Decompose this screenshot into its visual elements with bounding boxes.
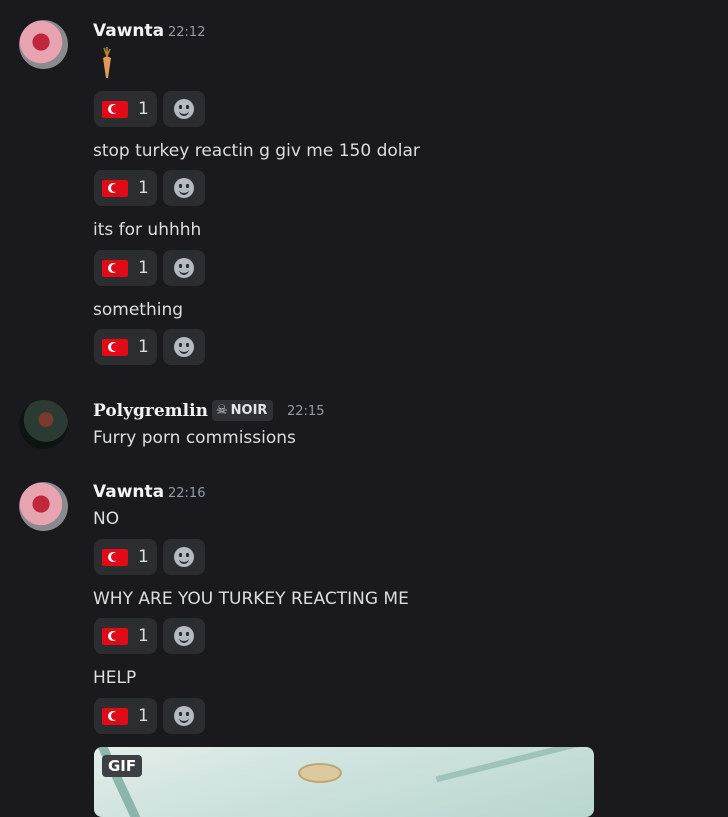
avatar-vawnta[interactable]: [19, 20, 68, 69]
reaction-count: 1: [138, 178, 149, 198]
timestamp: 22:12: [168, 25, 206, 40]
reaction-turkey-flag[interactable]: 1: [94, 539, 157, 575]
reaction-count: 1: [138, 99, 149, 119]
gif-embed[interactable]: GIF: [94, 747, 594, 817]
author-name[interactable]: Vawnta: [93, 21, 164, 41]
add-reaction-button[interactable]: [163, 618, 205, 654]
reaction-count: 1: [138, 258, 149, 278]
reaction-turkey-flag[interactable]: 1: [94, 170, 157, 206]
turkey-flag-icon: [102, 707, 128, 725]
carrot-icon: [103, 47, 111, 78]
reaction-turkey-flag[interactable]: 1: [94, 91, 157, 127]
turkey-flag-icon: [102, 548, 128, 566]
message-text: HELP: [93, 668, 137, 688]
turkey-flag-icon: [102, 338, 128, 356]
add-reaction-button[interactable]: [163, 91, 205, 127]
add-reaction-button[interactable]: [163, 250, 205, 286]
avatar-polygremlin[interactable]: [19, 400, 68, 449]
add-reaction-button[interactable]: [163, 170, 205, 206]
reaction-count: 1: [138, 626, 149, 646]
turkey-flag-icon: [102, 179, 128, 197]
add-reaction-icon: [174, 626, 194, 646]
add-reaction-button[interactable]: [163, 539, 205, 575]
reaction-count: 1: [138, 337, 149, 357]
skull-icon: ☠: [216, 403, 228, 418]
message-text: stop turkey reactin g giv me 150 dolar: [93, 141, 420, 161]
reaction-turkey-flag[interactable]: 1: [94, 250, 157, 286]
reaction-count: 1: [138, 547, 149, 567]
add-reaction-icon: [174, 547, 194, 567]
reaction-turkey-flag[interactable]: 1: [94, 618, 157, 654]
author-name[interactable]: Polygremlin: [93, 401, 208, 421]
turkey-flag-icon: [102, 259, 128, 277]
turkey-flag-icon: [102, 100, 128, 118]
add-reaction-icon: [174, 337, 194, 357]
add-reaction-icon: [174, 99, 194, 119]
gif-label: GIF: [102, 755, 143, 777]
role-badge[interactable]: ☠ NOIR: [212, 400, 274, 421]
message-text: WHY ARE YOU TURKEY REACTING ME: [93, 589, 409, 609]
gif-image-detail: [298, 763, 342, 783]
author-name[interactable]: Vawnta: [93, 482, 164, 502]
message-text: Furry porn commissions: [93, 428, 296, 448]
gif-image-detail: [435, 747, 593, 783]
add-reaction-icon: [174, 178, 194, 198]
reaction-turkey-flag[interactable]: 1: [94, 329, 157, 365]
message-text: something: [93, 300, 184, 320]
add-reaction-icon: [174, 258, 194, 278]
add-reaction-button[interactable]: [163, 698, 205, 734]
reaction-count: 1: [138, 706, 149, 726]
timestamp: 22:15: [287, 404, 325, 419]
turkey-flag-icon: [102, 627, 128, 645]
avatar-vawnta[interactable]: [19, 482, 68, 531]
timestamp: 22:16: [168, 486, 206, 501]
add-reaction-button[interactable]: [163, 329, 205, 365]
add-reaction-icon: [174, 706, 194, 726]
badge-label: NOIR: [230, 403, 268, 418]
message-text: NO: [93, 509, 120, 529]
message-text: its for uhhhh: [93, 220, 202, 240]
reaction-turkey-flag[interactable]: 1: [94, 698, 157, 734]
